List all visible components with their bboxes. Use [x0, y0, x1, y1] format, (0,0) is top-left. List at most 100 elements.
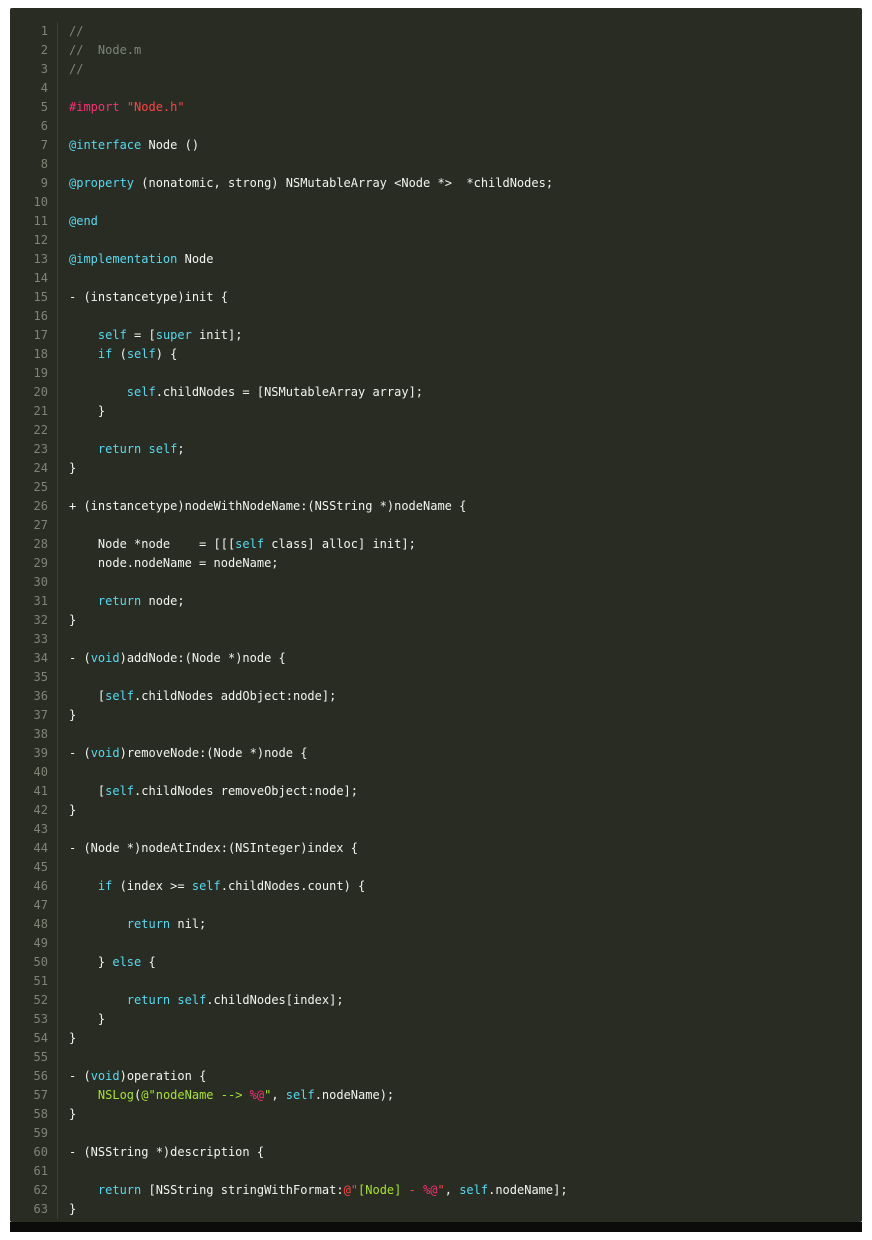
token-default	[69, 1088, 98, 1102]
code-line: 36 [self.childNodes addObject:node];	[10, 687, 862, 706]
line-number: 22	[10, 421, 58, 440]
token-default: }	[69, 461, 76, 475]
token-default: ,	[445, 1183, 459, 1197]
code-text: //	[58, 22, 862, 41]
code-line: 16	[10, 307, 862, 326]
token-default: .nodeName);	[315, 1088, 394, 1102]
token-default	[69, 328, 98, 342]
token-keyword: return	[98, 594, 141, 608]
token-green: @"	[141, 1088, 155, 1102]
token-default: ;	[177, 442, 184, 456]
line-number: 4	[10, 79, 58, 98]
code-text: }	[58, 1010, 862, 1029]
code-text	[58, 193, 862, 212]
code-text: // Node.m	[58, 41, 862, 60]
code-line: 46 if (index >= self.childNodes.count) {	[10, 877, 862, 896]
line-number: 60	[10, 1143, 58, 1162]
token-keyword: if	[98, 347, 112, 361]
token-default: }	[69, 1202, 76, 1216]
token-default: node.nodeName = nodeName;	[69, 556, 279, 570]
line-number: 43	[10, 820, 58, 839]
line-number: 20	[10, 383, 58, 402]
token-keyword: @property	[69, 176, 134, 190]
token-default: (	[112, 347, 126, 361]
token-default	[69, 917, 127, 931]
code-line: 44- (Node *)nodeAtIndex:(NSInteger)index…	[10, 839, 862, 858]
token-keyword: self	[177, 993, 206, 1007]
code-line: 40	[10, 763, 862, 782]
code-line: 57 NSLog(@"nodeName --> %@", self.nodeNa…	[10, 1086, 862, 1105]
line-number: 39	[10, 744, 58, 763]
code-line: 12	[10, 231, 862, 250]
code-text: if (index >= self.childNodes.count) {	[58, 877, 862, 896]
token-keyword: void	[91, 746, 120, 760]
token-green: nodeName -->	[156, 1088, 250, 1102]
line-number: 32	[10, 611, 58, 630]
token-green: NSLog	[98, 1088, 134, 1102]
code-text	[58, 858, 862, 877]
line-number: 23	[10, 440, 58, 459]
token-default: {	[141, 955, 155, 969]
line-number: 45	[10, 858, 58, 877]
token-keyword: self	[105, 784, 134, 798]
line-number: 37	[10, 706, 58, 725]
token-default	[69, 594, 98, 608]
code-line: 58}	[10, 1105, 862, 1124]
token-default	[69, 1183, 98, 1197]
token-red: @"	[344, 1183, 358, 1197]
code-text	[58, 972, 862, 991]
token-keyword: if	[98, 879, 112, 893]
code-line: 49	[10, 934, 862, 953]
token-keyword: self	[149, 442, 178, 456]
token-default: .childNodes = [NSMutableArray array];	[156, 385, 423, 399]
code-line: 32}	[10, 611, 862, 630]
code-line: 59	[10, 1124, 862, 1143]
line-number: 44	[10, 839, 58, 858]
token-keyword: @end	[69, 214, 98, 228]
code-text: }	[58, 459, 862, 478]
token-default: }	[69, 803, 76, 817]
code-line: 29 node.nodeName = nodeName;	[10, 554, 862, 573]
line-number: 21	[10, 402, 58, 421]
token-default: .childNodes[index];	[206, 993, 343, 1007]
code-text	[58, 1048, 862, 1067]
token-pink: #import	[69, 100, 120, 114]
code-text	[58, 668, 862, 687]
token-default: init];	[192, 328, 243, 342]
line-number: 8	[10, 155, 58, 174]
line-number: 17	[10, 326, 58, 345]
code-line: 61	[10, 1162, 862, 1181]
code-line: 18 if (self) {	[10, 345, 862, 364]
code-line: 10	[10, 193, 862, 212]
code-text	[58, 307, 862, 326]
code-line: 1//	[10, 22, 862, 41]
token-red: "	[438, 1183, 445, 1197]
code-text: Node *node = [[[self class] alloc] init]…	[58, 535, 862, 554]
code-line: 23 return self;	[10, 440, 862, 459]
code-line: 31 return node;	[10, 592, 862, 611]
code-lines[interactable]: 1//2// Node.m3//45#import "Node.h"67@int…	[10, 8, 862, 1219]
token-keyword: return	[98, 1183, 141, 1197]
token-default: .childNodes addObject:node];	[134, 689, 336, 703]
token-default: ) {	[156, 347, 178, 361]
token-default: nil;	[170, 917, 206, 931]
code-text: return self.childNodes[index];	[58, 991, 862, 1010]
code-line: 48 return nil;	[10, 915, 862, 934]
code-text	[58, 421, 862, 440]
code-text: return node;	[58, 592, 862, 611]
code-line: 54}	[10, 1029, 862, 1048]
code-line: 27	[10, 516, 862, 535]
code-text: //	[58, 60, 862, 79]
code-line: 45	[10, 858, 862, 877]
code-line: 20 self.childNodes = [NSMutableArray arr…	[10, 383, 862, 402]
token-default: }	[69, 613, 76, 627]
token-red: -	[401, 1183, 423, 1197]
line-number: 38	[10, 725, 58, 744]
code-line: 17 self = [super init];	[10, 326, 862, 345]
token-default: - (	[69, 651, 91, 665]
line-number: 10	[10, 193, 58, 212]
token-default: (index >=	[112, 879, 191, 893]
code-text	[58, 934, 862, 953]
code-line: 33	[10, 630, 862, 649]
line-number: 62	[10, 1181, 58, 1200]
